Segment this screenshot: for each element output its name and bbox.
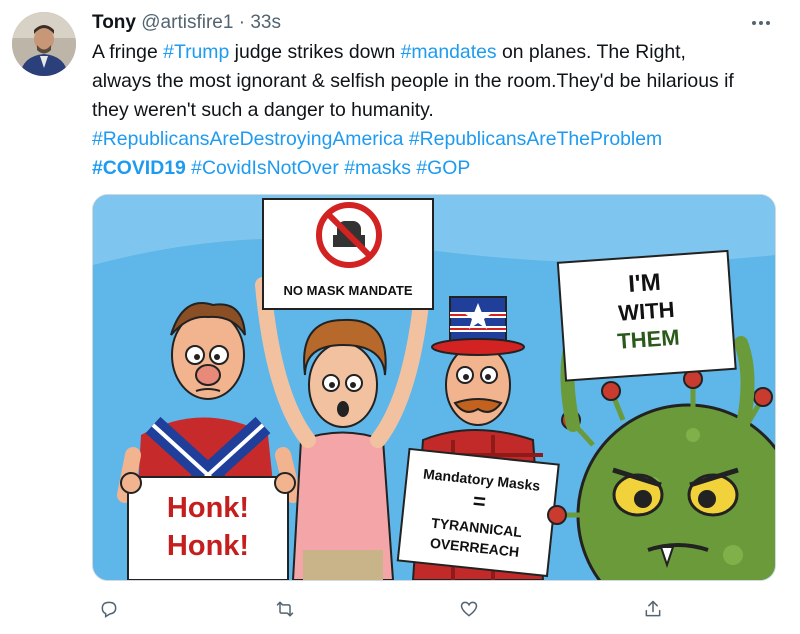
timestamp[interactable]: 33s (250, 12, 281, 33)
text-segment: A fringe (92, 41, 164, 63)
tweet-hashtags-line-5: #COVID19 #CovidIsNotOver #masks #GOP (92, 154, 782, 183)
tweet-header: Tony @artisfire1 · 33s (92, 12, 760, 34)
reply-icon[interactable] (92, 592, 126, 626)
like-icon[interactable] (452, 592, 486, 626)
tweet-hashtags-line-4: #RepublicansAreDestroyingAmerica #Republ… (92, 125, 782, 154)
tweet-media-cartoon[interactable]: NO MASK MANDATE Honk! Honk! Mandatory Ma… (92, 194, 776, 581)
tweet-line-3: they weren't such a danger to humanity. (92, 99, 434, 121)
hashtag-mandates[interactable]: #mandates (401, 41, 497, 63)
retweet-icon[interactable] (268, 592, 302, 626)
text-segment: judge strikes down (229, 41, 401, 63)
hashtag-covid19[interactable]: #COVID19 (92, 157, 186, 179)
avatar[interactable] (12, 12, 76, 76)
sign-honk-2: Honk! (167, 530, 249, 562)
hashtag-covid-is-not-over[interactable]: #CovidIsNotOver (191, 157, 339, 179)
separator-dot: · (238, 12, 246, 33)
hashtag-gop[interactable]: #GOP (416, 157, 470, 179)
hashtag-republicans-the-problem[interactable]: #RepublicansAreTheProblem (409, 128, 662, 150)
sign-them: THEM (616, 325, 680, 354)
sign-honk-1: Honk! (167, 492, 249, 524)
sign-with: WITH (618, 297, 676, 326)
author-handle[interactable]: @artisfire1 (141, 12, 233, 33)
author-name[interactable]: Tony (92, 12, 136, 33)
hashtag-trump[interactable]: #Trump (163, 41, 229, 63)
sign-equals: = (472, 488, 487, 514)
hashtag-masks[interactable]: #masks (344, 157, 411, 179)
tweet-actions-bar (92, 592, 692, 626)
text-segment: on planes. The Right, (496, 41, 686, 63)
tweet-line-2: always the most ignorant & selfish peopl… (92, 70, 734, 92)
hashtag-republicans-destroying-america[interactable]: #RepublicansAreDestroyingAmerica (92, 128, 403, 150)
tweet-line-1: A fringe #Trump judge strikes down #mand… (92, 38, 782, 67)
share-icon[interactable] (636, 592, 670, 626)
more-options-icon[interactable] (748, 10, 774, 36)
sign-im: I'M (627, 269, 661, 298)
sign-no-mask-mandate: NO MASK MANDATE (283, 283, 412, 298)
tweet-text: A fringe #Trump judge strikes down #mand… (92, 38, 782, 183)
